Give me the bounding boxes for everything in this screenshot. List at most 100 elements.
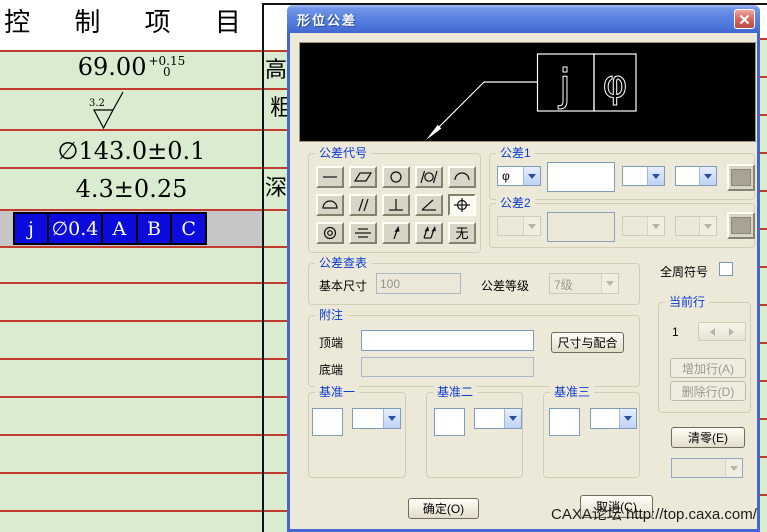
notes-group-label: 附注 xyxy=(315,308,347,322)
geometric-tolerance-dialog: 形位公差 j φ xyxy=(287,5,760,532)
symbol-perpendicularity-button[interactable] xyxy=(382,194,410,216)
fcf-datum-c-cell[interactable]: C xyxy=(172,214,205,243)
chevron-down-icon[interactable] xyxy=(699,167,716,185)
close-button[interactable] xyxy=(734,9,755,29)
tolerance2-modifier1-combo xyxy=(622,216,665,236)
flatness-icon xyxy=(352,169,374,185)
swatch-icon xyxy=(731,169,751,186)
preview-symbol-cell-text: j xyxy=(558,60,571,111)
table-side-label: 高 xyxy=(265,52,287,84)
datum1-group: 基准一 xyxy=(308,392,406,478)
symbol-parallelism-button[interactable] xyxy=(349,194,377,216)
symbol-symmetry-button[interactable] xyxy=(349,222,377,244)
dimension-value: 69.00 xyxy=(78,53,147,81)
feature-control-frame[interactable]: j ∅0.4 A B C xyxy=(13,212,207,245)
tolerance1-value-input[interactable] xyxy=(547,162,615,192)
symbol-total-runout-button[interactable] xyxy=(415,222,443,244)
symbol-circular-runout-button[interactable] xyxy=(382,222,410,244)
tolerance2-extra-button[interactable] xyxy=(727,212,755,239)
ok-button[interactable]: 确定(O) xyxy=(408,498,479,519)
current-row-group-label: 当前行 xyxy=(665,295,709,309)
tolerance2-group-label: 公差2 xyxy=(496,196,535,210)
datum3-group-label: 基准三 xyxy=(550,385,594,399)
symbol-line-profile-button[interactable] xyxy=(448,166,476,188)
clear-button[interactable]: 清零(E) xyxy=(671,427,745,448)
symmetry-icon xyxy=(352,225,374,241)
top-note-input[interactable] xyxy=(361,330,534,351)
symbol-none-button[interactable]: 无 xyxy=(448,222,476,244)
fcf-datum-a-cell[interactable]: A xyxy=(103,214,138,243)
chevron-down-icon[interactable] xyxy=(523,167,540,185)
tolerance1-modifier2-combo[interactable] xyxy=(675,166,717,186)
perpendicularity-icon xyxy=(385,197,407,213)
spin-right-icon xyxy=(722,323,745,340)
table-gridline xyxy=(0,167,287,169)
fcf-datum-b-cell[interactable]: B xyxy=(138,214,173,243)
table-column-divider xyxy=(262,3,264,532)
preview-phi-cell-text: φ xyxy=(602,62,627,106)
table-header-control-items: 控 制 项 目 xyxy=(0,2,263,39)
symbol-flatness-button[interactable] xyxy=(349,166,377,188)
chevron-down-icon xyxy=(647,217,664,235)
table-gridline xyxy=(0,88,287,90)
tolerance1-prefix-combo[interactable]: φ xyxy=(497,166,541,186)
parallelism-icon xyxy=(352,197,374,213)
tolerance-symbols-group: 公差代号 xyxy=(308,153,481,253)
symbol-surface-profile-button[interactable] xyxy=(316,194,344,216)
position-icon xyxy=(451,197,473,213)
datum1-modifier-combo[interactable] xyxy=(352,408,401,429)
symbol-position-button[interactable] xyxy=(448,194,476,216)
current-row-group: 当前行 1 增加行(A) 删除行(D) xyxy=(658,302,751,413)
datum3-input[interactable] xyxy=(549,408,580,436)
symbol-straightness-button[interactable] xyxy=(316,166,344,188)
straightness-icon xyxy=(319,169,341,185)
cylindricity-icon xyxy=(418,169,440,185)
symbol-concentricity-button[interactable] xyxy=(316,222,344,244)
tolerance1-modifier1-combo[interactable] xyxy=(622,166,665,186)
tolerance2-modifier2-combo xyxy=(675,216,717,236)
swatch-icon xyxy=(731,217,751,234)
datum2-modifier-combo[interactable] xyxy=(474,408,522,429)
all-around-symbol-label: 全周符号 xyxy=(660,263,708,280)
datum2-group: 基准二 xyxy=(426,392,523,478)
dialog-client-area: j φ 公差代号 xyxy=(287,33,760,532)
tolerance2-group: 公差2 xyxy=(489,203,755,248)
total-runout-icon xyxy=(418,225,440,241)
dimension-value: ∅143.0±0.1 xyxy=(58,137,206,165)
chevron-down-icon[interactable] xyxy=(647,167,664,185)
fit-dimension-button[interactable]: 尺寸与配合 xyxy=(551,332,624,353)
chevron-down-icon xyxy=(523,217,540,235)
current-row-number: 1 xyxy=(672,325,679,339)
tolerance-lookup-group: 公差查表 基本尺寸 公差等级 7级 xyxy=(308,263,640,305)
datum1-input[interactable] xyxy=(312,408,343,436)
current-row-spinner xyxy=(698,322,746,341)
chevron-down-icon[interactable] xyxy=(619,409,636,428)
tolerance-grade-label: 公差等级 xyxy=(481,277,529,294)
leader-arrow-icon xyxy=(426,125,441,140)
dialog-title: 形位公差 xyxy=(297,10,357,29)
symbol-circularity-button[interactable] xyxy=(382,166,410,188)
circularity-icon xyxy=(385,169,407,185)
all-around-symbol-checkbox[interactable] xyxy=(719,262,733,276)
chevron-down-icon[interactable] xyxy=(383,409,400,428)
datum2-input[interactable] xyxy=(434,408,465,436)
fcf-tolerance-cell[interactable]: ∅0.4 xyxy=(49,214,103,243)
tolerance-grade-value: 7级 xyxy=(550,274,601,293)
chevron-down-icon xyxy=(601,274,618,293)
chevron-down-icon[interactable] xyxy=(504,409,521,428)
tolerance-symbols-group-label: 公差代号 xyxy=(315,146,371,160)
close-icon xyxy=(739,14,750,25)
fcf-symbol-cell[interactable]: j xyxy=(15,214,49,243)
dialog-titlebar[interactable]: 形位公差 xyxy=(287,5,760,33)
top-note-label: 顶端 xyxy=(319,334,343,351)
preview-drawing: j φ xyxy=(300,43,755,141)
tolerance1-extra-button[interactable] xyxy=(727,164,755,191)
lower-tolerance: 0 xyxy=(163,67,171,78)
symbol-angularity-button[interactable] xyxy=(415,194,443,216)
datum3-modifier-combo[interactable] xyxy=(590,408,637,429)
symbol-cylindricity-button[interactable] xyxy=(415,166,443,188)
spin-left-icon xyxy=(699,323,722,340)
chevron-down-icon xyxy=(725,459,742,477)
datum3-group: 基准三 xyxy=(543,392,640,478)
tolerance2-prefix-combo xyxy=(497,216,541,236)
